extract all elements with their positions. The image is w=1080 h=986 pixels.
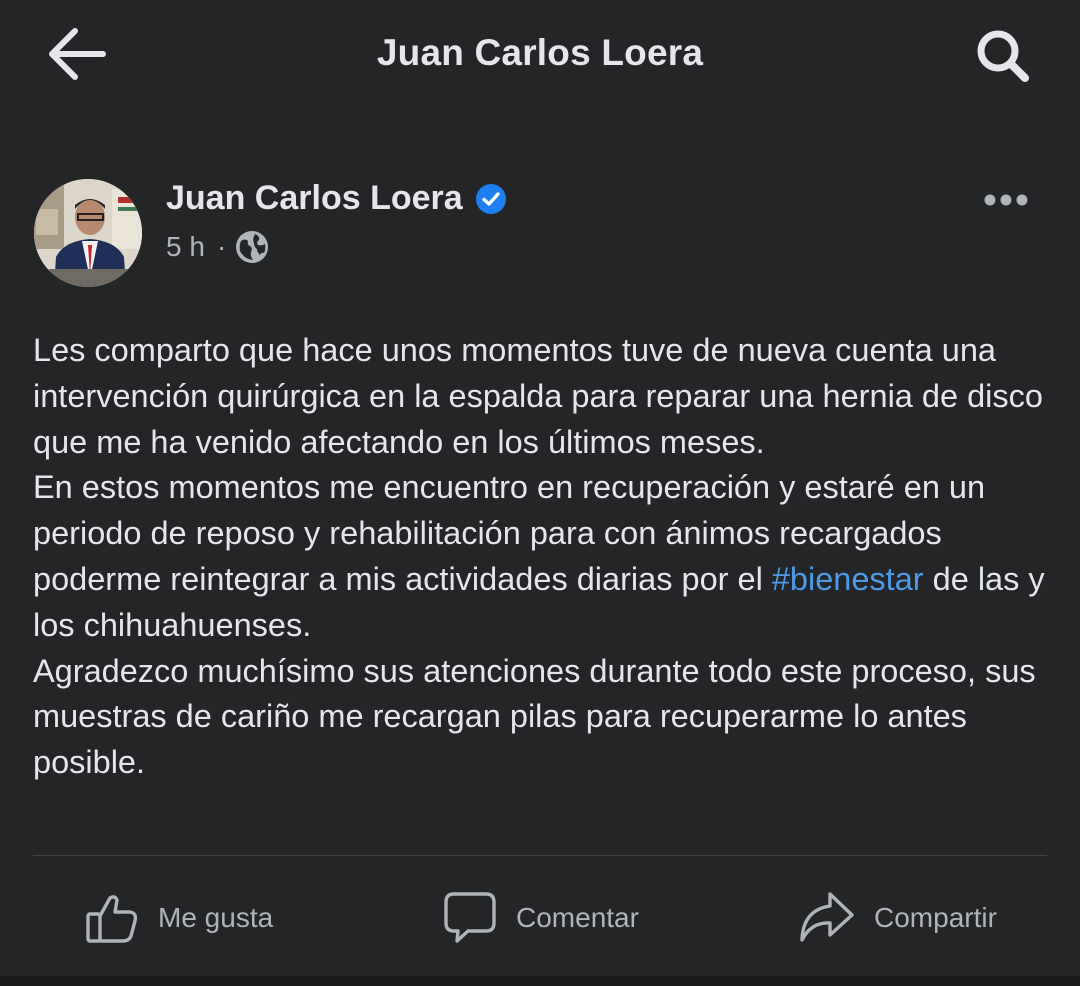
bottom-edge — [0, 976, 1080, 986]
hashtag-link[interactable]: #bienestar — [772, 561, 924, 597]
comment-icon — [444, 892, 496, 943]
like-label: Me gusta — [158, 902, 274, 933]
post-time[interactable]: 5 h — [166, 231, 205, 263]
top-bar: Juan Carlos Loera — [0, 0, 1080, 110]
share-arrow-icon — [800, 892, 854, 942]
post-text: Les comparto que hace unos momentos tuve… — [33, 328, 1053, 786]
post-paragraph: Agradezco muchísimo sus atenciones duran… — [33, 652, 1036, 781]
share-label: Compartir — [874, 902, 997, 933]
globe-icon — [236, 231, 269, 263]
page-title: Juan Carlos Loera — [376, 32, 704, 73]
search-icon — [977, 30, 1029, 82]
more-options-button[interactable] — [972, 180, 1040, 220]
comment-button[interactable]: Comentar — [442, 870, 639, 966]
post-paragraph: Les comparto que hace unos momentos tuve… — [33, 332, 1043, 460]
author-name[interactable]: Juan Carlos Loera — [166, 179, 507, 218]
profile-photo — [34, 179, 142, 287]
search-button[interactable] — [962, 20, 1044, 92]
avatar[interactable] — [34, 179, 142, 287]
share-button[interactable]: Compartir — [798, 870, 997, 966]
like-button[interactable]: Me gusta — [84, 870, 273, 966]
thumbs-up-icon — [86, 895, 138, 943]
meta-separator: · — [216, 231, 227, 262]
verified-badge-icon — [475, 183, 506, 214]
post-meta: 5 h · — [166, 230, 269, 264]
divider — [33, 855, 1047, 856]
author-name-text[interactable]: Juan Carlos Loera — [166, 179, 463, 218]
post-header: Juan Carlos Loera 5 h · — [0, 170, 1080, 300]
comment-label: Comentar — [516, 902, 639, 933]
more-horizontal-icon — [984, 194, 1028, 206]
post-paragraph: En estos momentos me encuentro en recupe… — [33, 465, 1053, 648]
post-actions: Me gusta Comentar Compartir — [0, 870, 1080, 966]
